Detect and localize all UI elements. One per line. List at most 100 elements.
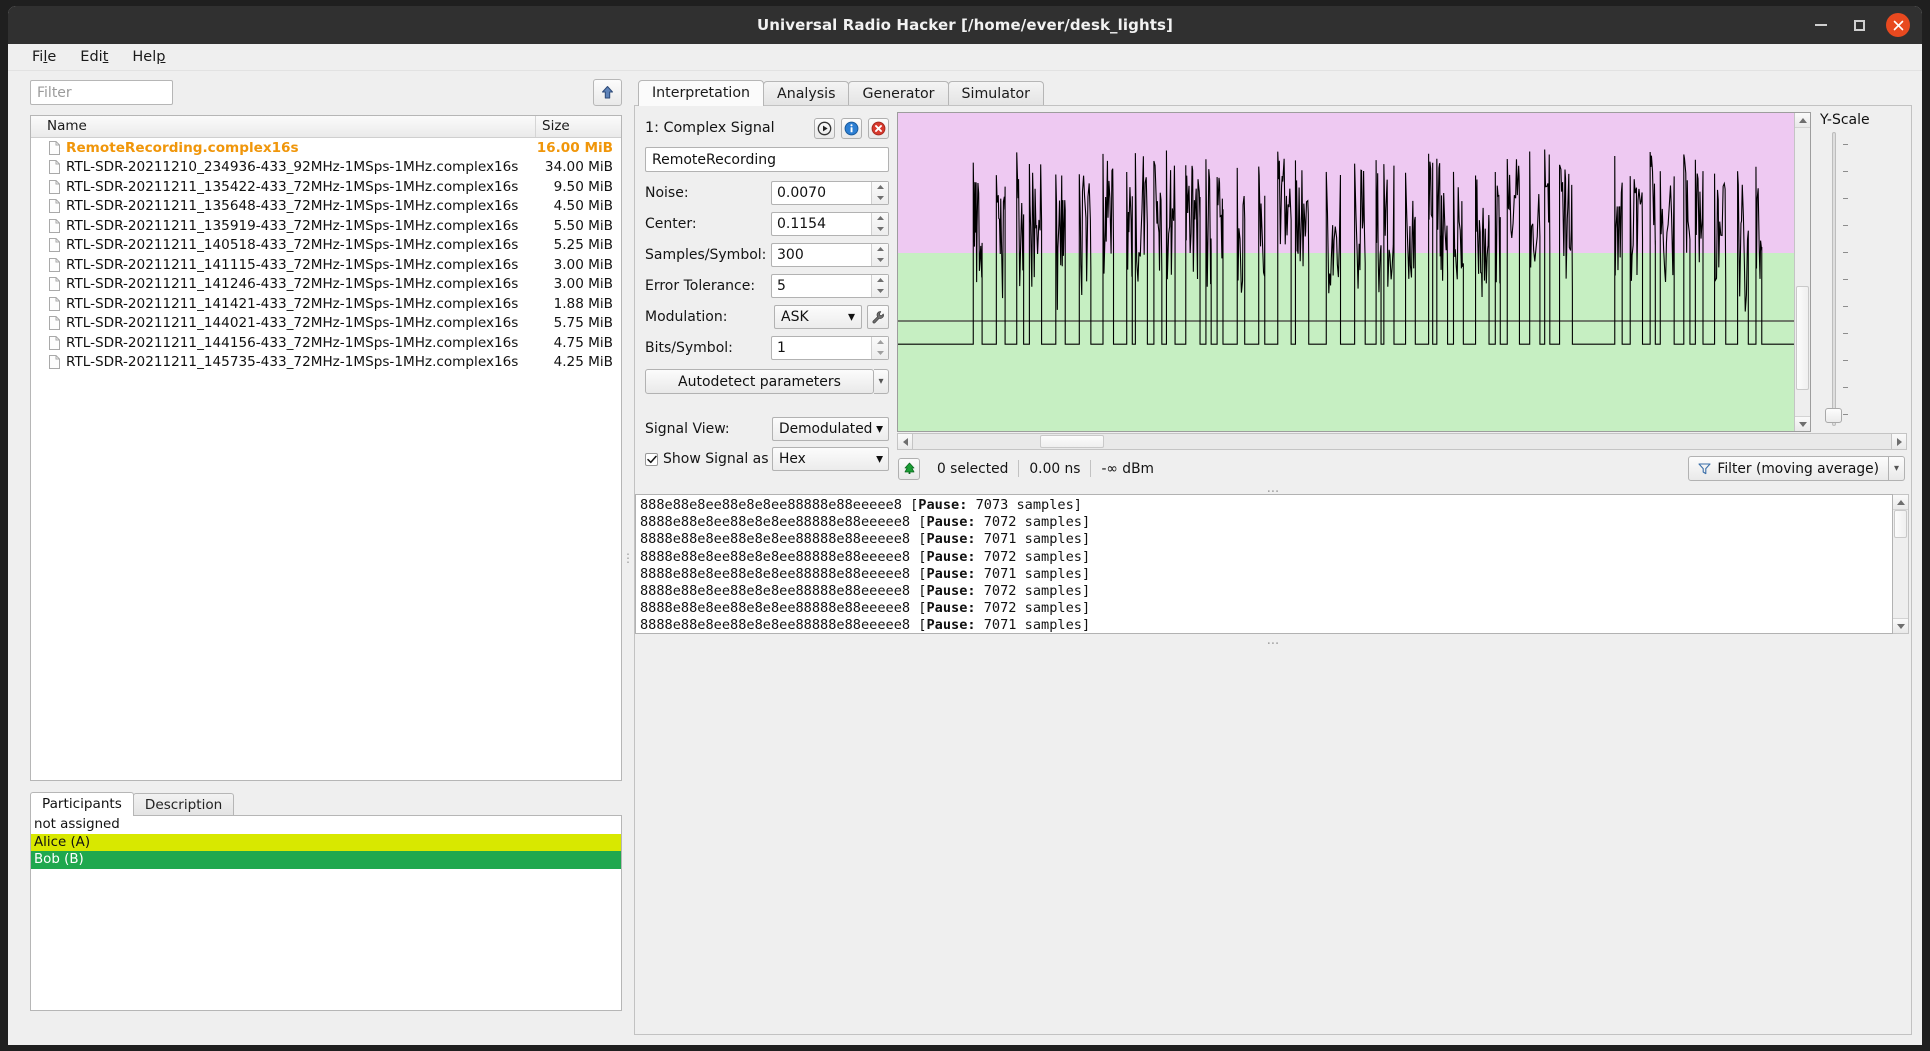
scroll-right-button[interactable] [1891, 433, 1907, 450]
table-row[interactable]: RemoteRecording.complex16s 16.00 MiB [31, 138, 621, 158]
menu-edit[interactable]: Edit [70, 46, 118, 68]
center-input[interactable] [772, 212, 871, 235]
hex-line[interactable]: 888e88e8ee88e8e8ee88888e88eeeee8 [Pause:… [640, 497, 1892, 514]
stepper-up-icon[interactable] [872, 337, 888, 348]
stepper-down-icon[interactable] [872, 193, 888, 204]
y-scale-handle[interactable] [1825, 408, 1842, 423]
hex-line[interactable]: 8888e88e8ee88e8e8ee88888e88eeeee8 [Pause… [640, 583, 1892, 600]
menu-file[interactable]: File [22, 46, 66, 68]
horizontal-splitter-top[interactable]: ... [635, 482, 1911, 495]
modulation-settings-button[interactable] [867, 304, 889, 329]
noise-stepper[interactable] [771, 180, 889, 205]
stepper-down-icon[interactable] [872, 255, 888, 266]
scroll-down-button[interactable] [1795, 416, 1810, 431]
table-row[interactable]: RTL-SDR-20211210_234936-433_92MHz-1MSps-… [31, 158, 621, 178]
error-tolerance-stepper[interactable] [771, 273, 889, 298]
signal-plot[interactable] [897, 112, 1811, 432]
signal-view-select[interactable]: Demodulated ▾ [772, 417, 889, 441]
tab-participants[interactable]: Participants [30, 792, 134, 816]
scroll-left-button[interactable] [897, 433, 913, 450]
plot-vscroll-thumb[interactable] [1796, 286, 1809, 391]
list-item[interactable]: not assigned [31, 816, 621, 834]
noise-input[interactable] [772, 181, 871, 204]
close-signal-button[interactable] [868, 117, 889, 139]
stepper-up-icon[interactable] [872, 213, 888, 224]
signal-name-input[interactable] [645, 147, 889, 172]
close-button[interactable] [1886, 13, 1910, 37]
minimize-button[interactable] [1810, 14, 1832, 36]
zoom-fit-button[interactable] [898, 457, 920, 480]
open-files-button[interactable] [593, 79, 622, 106]
stepper-up-icon[interactable] [872, 244, 888, 255]
show-signal-checkbox[interactable] [645, 452, 658, 466]
plot-vscroll-track[interactable] [1795, 128, 1810, 416]
y-scale-slider[interactable] [1820, 132, 1855, 432]
horizontal-splitter-bottom[interactable]: ... [635, 634, 1911, 647]
autodetect-options-button[interactable]: ▾ [874, 369, 889, 394]
hex-vertical-scrollbar[interactable] [1893, 494, 1909, 634]
menu-help[interactable]: Help [122, 46, 175, 68]
center-stepper[interactable] [771, 211, 889, 236]
hex-line[interactable]: 8888e88e8ee88e8e8ee88888e88eeeee8 [Pause… [640, 617, 1892, 633]
tab-simulator[interactable]: Simulator [947, 81, 1044, 106]
table-row[interactable]: RTL-SDR-20211211_135422-433_72MHz-1MSps-… [31, 177, 621, 197]
table-row[interactable]: RTL-SDR-20211211_144021-433_72MHz-1MSps-… [31, 314, 621, 334]
hex-scroll-up-button[interactable] [1893, 495, 1908, 510]
plot-horizontal-scrollbar[interactable] [897, 433, 1907, 450]
stepper-down-icon[interactable] [872, 348, 888, 359]
tab-description[interactable]: Description [132, 793, 235, 816]
play-button[interactable] [814, 117, 835, 139]
error-tolerance-input[interactable] [772, 274, 871, 297]
hex-vscroll-track[interactable] [1893, 510, 1908, 618]
hex-view[interactable]: 888e88e8ee88e8e8ee88888e88eeeee8 [Pause:… [635, 494, 1893, 634]
maximize-button[interactable] [1848, 14, 1870, 36]
bits-per-symbol-input[interactable] [772, 336, 871, 359]
samplessymbol-arrows[interactable] [871, 243, 888, 266]
hex-scroll-down-button[interactable] [1893, 618, 1908, 633]
center-arrows[interactable] [871, 212, 888, 235]
table-row[interactable]: RTL-SDR-20211211_135648-433_72MHz-1MSps-… [31, 197, 621, 217]
hex-line[interactable]: 8888e88e8ee88e8e8ee88888e88eeeee8 [Pause… [640, 531, 1892, 548]
autodetect-button[interactable]: Autodetect parameters [645, 369, 874, 394]
modulation-select[interactable]: ASK ▾ [774, 304, 862, 329]
tab-generator[interactable]: Generator [848, 81, 949, 106]
table-row[interactable]: RTL-SDR-20211211_135919-433_72MHz-1MSps-… [31, 216, 621, 236]
hex-line[interactable]: 8888e88e8ee88e8e8ee88888e88eeeee8 [Pause… [640, 549, 1892, 566]
vertical-splitter[interactable]: ⋮ [622, 71, 634, 1045]
noise-arrows[interactable] [871, 181, 888, 204]
stepper-up-icon[interactable] [872, 275, 888, 286]
stepper-down-icon[interactable] [872, 286, 888, 297]
plot-vertical-scrollbar[interactable] [1794, 113, 1810, 431]
hex-line[interactable]: 8888e88e8ee88e8e8ee88888e88eeeee8 [Pause… [640, 566, 1892, 583]
column-header-size[interactable]: Size [536, 116, 621, 137]
table-row[interactable]: RTL-SDR-20211211_141421-433_72MHz-1MSps-… [31, 294, 621, 314]
list-item[interactable]: Alice (A) [31, 833, 621, 851]
samplessymbol-input[interactable] [772, 243, 871, 266]
hex-line[interactable]: 8888e88e8ee88e8e8ee88888e88eeeee8 [Pause… [640, 600, 1892, 617]
filter-options-button[interactable]: ▾ [1889, 456, 1905, 481]
table-row[interactable]: RTL-SDR-20211211_141246-433_72MHz-1MSps-… [31, 275, 621, 295]
filter-input[interactable] [30, 80, 173, 105]
plot-hscroll-thumb[interactable] [1040, 435, 1104, 448]
table-row[interactable]: RTL-SDR-20211211_145735-433_72MHz-1MSps-… [31, 353, 621, 373]
tab-analysis[interactable]: Analysis [763, 81, 850, 106]
y-scale-groove[interactable] [1825, 132, 1842, 426]
error-tolerance-arrows[interactable] [871, 274, 888, 297]
hex-line[interactable]: 8888e88e8ee88e8e8ee88888e88eeeee8 [Pause… [640, 514, 1892, 531]
plot-hscroll-track[interactable] [913, 433, 1891, 450]
stepper-down-icon[interactable] [872, 224, 888, 235]
filter-button[interactable]: Filter (moving average) [1688, 456, 1889, 481]
table-row[interactable]: RTL-SDR-20211211_140518-433_72MHz-1MSps-… [31, 236, 621, 256]
hex-vscroll-thumb[interactable] [1894, 510, 1907, 539]
show-signal-as-select[interactable]: Hex ▾ [772, 447, 889, 471]
info-button[interactable] [841, 117, 862, 139]
bits-per-symbol-arrows[interactable] [871, 336, 888, 359]
samplessymbol-stepper[interactable] [771, 242, 889, 267]
table-row[interactable]: RTL-SDR-20211211_144156-433_72MHz-1MSps-… [31, 333, 621, 353]
tab-interpretation[interactable]: Interpretation [638, 80, 764, 106]
list-item[interactable]: Bob (B) [31, 851, 621, 869]
column-header-name[interactable]: Name [31, 116, 536, 137]
signal-plot-canvas[interactable] [898, 113, 1794, 431]
bits-per-symbol-stepper[interactable] [771, 335, 889, 360]
table-row[interactable]: RTL-SDR-20211211_141115-433_72MHz-1MSps-… [31, 255, 621, 275]
